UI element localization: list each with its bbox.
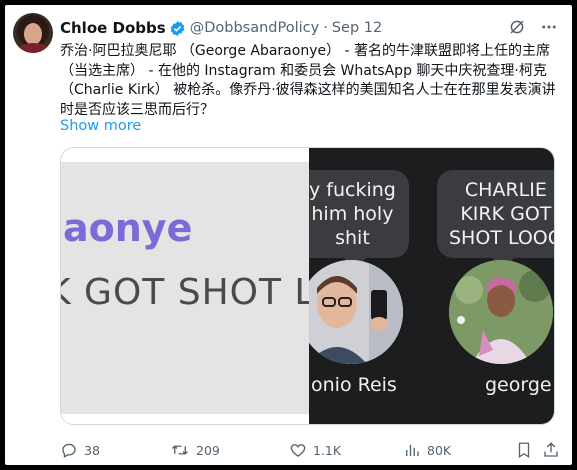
retweet-count: 209 [196, 442, 220, 458]
separator-dot: · [323, 20, 328, 36]
verified-badge-icon [170, 20, 184, 36]
bookmark-icon [518, 442, 530, 459]
like-button[interactable]: 1.1K [289, 441, 341, 459]
bookmark-button[interactable] [515, 441, 533, 459]
chat-bubble-1-text: y fucking him holy shit [309, 179, 396, 249]
retweet-button[interactable]: 209 [170, 441, 220, 459]
caption-1: onio Reis [311, 374, 397, 396]
reply-button[interactable]: 38 [60, 441, 100, 459]
media-left-panel: aonye K GOT SHOT L [61, 148, 314, 424]
chat-bubble-2: CHARLIE KIRK GOT SHOT LOOO [437, 170, 554, 270]
author-handle[interactable]: @DobbsandPolicy [190, 20, 320, 36]
reply-icon [62, 443, 76, 458]
tweet-header: Chloe Dobbs @DobbsandPolicy · Sep 12 [60, 18, 382, 38]
caption-2: george [485, 374, 552, 396]
tweet-media[interactable]: aonye K GOT SHOT L y fucking him holy sh… [60, 147, 555, 425]
like-count: 1.1K [313, 442, 342, 458]
share-button[interactable] [542, 441, 560, 459]
like-icon [290, 444, 306, 457]
more-dots-icon[interactable] [540, 18, 558, 36]
share-icon [544, 442, 558, 457]
tweet-card[interactable]: Chloe Dobbs @DobbsandPolicy · Sep 12 乔治·… [5, 5, 572, 465]
tweet-text: 乔治·阿巴拉奥尼耶 （George Abaraonye） - 著名的牛津联盟即将… [60, 43, 556, 118]
retweet-icon [172, 445, 188, 455]
media-left-text-1: aonye [63, 206, 193, 250]
profile-photo-1 [309, 260, 403, 364]
grok-icon[interactable] [508, 18, 526, 36]
tweet-actions: 38 209 1.1K 80K [60, 441, 558, 461]
views-button[interactable]: 80K [403, 441, 451, 459]
media-right-panel: y fucking him holy shit CHARLIE KIRK GOT… [309, 148, 554, 424]
tweet-date[interactable]: Sep 12 [332, 20, 382, 36]
media-left-text-2: K GOT SHOT L [60, 272, 316, 313]
views-icon [406, 444, 419, 456]
reply-count: 38 [84, 442, 100, 458]
show-more-link[interactable]: Show more [60, 118, 141, 134]
chat-bubble-2-text: CHARLIE KIRK GOT SHOT LOOO [449, 179, 554, 249]
chat-bubble-1: y fucking him holy shit [309, 170, 409, 270]
author-name[interactable]: Chloe Dobbs [60, 19, 166, 37]
profile-photo-2 [449, 260, 553, 364]
views-count: 80K [427, 442, 452, 458]
avatar[interactable] [13, 13, 53, 53]
